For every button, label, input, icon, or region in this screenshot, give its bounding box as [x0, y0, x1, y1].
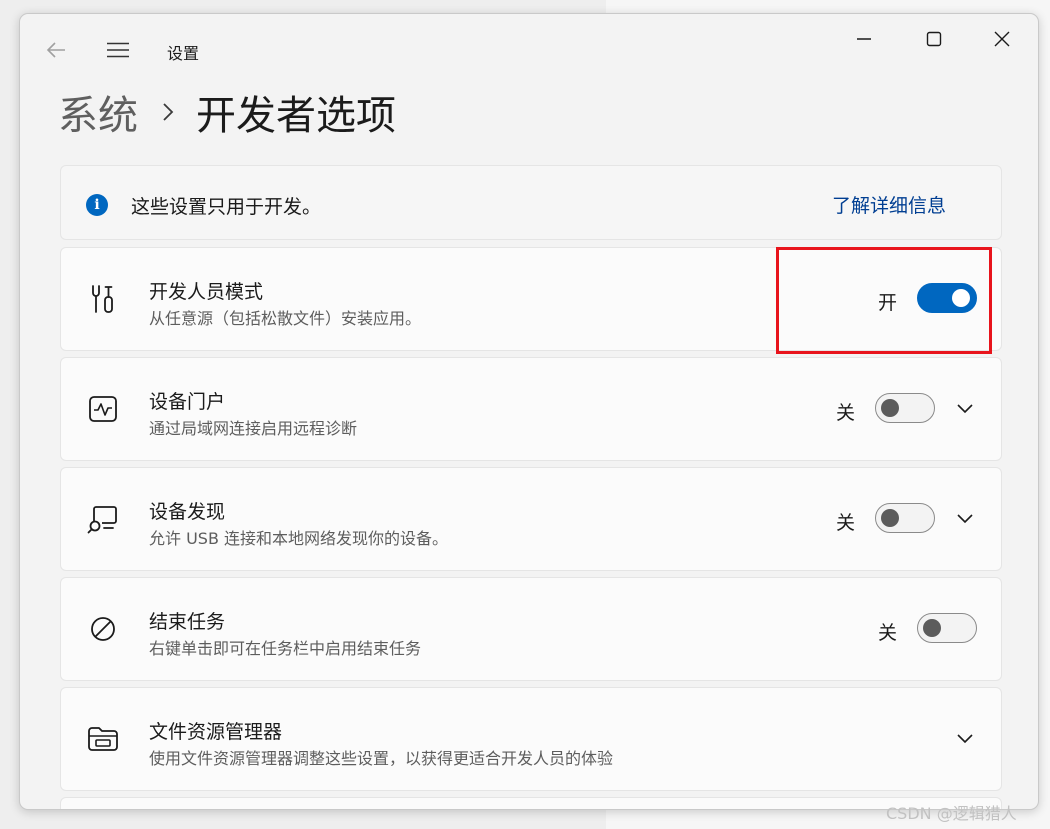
toggle-knob	[923, 619, 941, 637]
setting-title: 设备发现	[149, 501, 226, 523]
setting-end-task: 结束任务 右键单击即可在任务栏中启用结束任务 关	[60, 577, 1002, 681]
app-title: 设置	[167, 44, 200, 63]
maximize-icon	[926, 31, 942, 47]
device-discovery-icon	[87, 503, 119, 535]
maximize-button[interactable]	[912, 26, 956, 52]
device-discovery-toggle[interactable]	[875, 503, 935, 533]
settings-window: 设置 系统 开发者选项 i 这些设置只用于开发。 了解详细信息 开发人员模式 从…	[19, 13, 1039, 810]
file-explorer-icon	[87, 723, 119, 755]
setting-title: 文件资源管理器	[149, 721, 283, 743]
setting-title: 结束任务	[149, 611, 226, 633]
device-portal-toggle[interactable]	[875, 393, 935, 423]
chevron-down-icon[interactable]	[951, 505, 979, 533]
end-task-icon	[87, 613, 119, 645]
toggle-state-label: 关	[836, 512, 856, 534]
breadcrumb: 系统 开发者选项	[58, 82, 396, 142]
setting-next-partial	[60, 797, 1002, 809]
minimize-icon	[857, 38, 871, 40]
device-portal-icon	[87, 393, 119, 425]
chevron-right-icon	[162, 102, 174, 122]
info-bar: i 这些设置只用于开发。 了解详细信息	[60, 165, 1002, 240]
highlight-annotation-box	[776, 247, 992, 354]
hamburger-icon	[107, 42, 129, 58]
end-task-toggle[interactable]	[917, 613, 977, 643]
setting-device-discovery[interactable]: 设备发现 允许 USB 连接和本地网络发现你的设备。 关	[60, 467, 1002, 571]
navigation-menu-button[interactable]	[102, 36, 134, 64]
title-bar: 设置	[20, 14, 1038, 86]
learn-more-link[interactable]: 了解详细信息	[832, 191, 946, 218]
info-icon: i	[86, 194, 108, 216]
setting-title: 开发人员模式	[149, 281, 264, 303]
tools-icon	[87, 283, 119, 315]
close-icon	[994, 31, 1010, 47]
watermark: CSDN @逻辑猎人	[886, 804, 1017, 823]
back-arrow-icon	[46, 42, 65, 58]
setting-device-portal[interactable]: 设备门户 通过局域网连接启用远程诊断 关	[60, 357, 1002, 461]
setting-file-explorer[interactable]: 文件资源管理器 使用文件资源管理器调整这些设置，以获得更适合开发人员的体验	[60, 687, 1002, 791]
close-button[interactable]	[980, 26, 1024, 52]
toggle-state-label: 关	[878, 622, 898, 644]
setting-description: 右键单击即可在任务栏中启用结束任务	[149, 639, 422, 658]
setting-description: 通过局域网连接启用远程诊断	[149, 419, 358, 438]
breadcrumb-parent-system[interactable]: 系统	[58, 83, 138, 141]
setting-title: 设备门户	[149, 391, 226, 413]
setting-description: 允许 USB 连接和本地网络发现你的设备。	[149, 529, 449, 548]
page-title: 开发者选项	[196, 93, 396, 139]
info-text: 这些设置只用于开发。	[131, 196, 322, 218]
toggle-knob	[881, 399, 899, 417]
chevron-down-icon[interactable]	[951, 395, 979, 423]
toggle-knob	[881, 509, 899, 527]
setting-description: 使用文件资源管理器调整这些设置，以获得更适合开发人员的体验	[149, 749, 614, 768]
minimize-button[interactable]	[842, 26, 886, 52]
toggle-state-label: 关	[836, 402, 856, 424]
chevron-down-icon[interactable]	[951, 725, 979, 753]
back-button[interactable]	[40, 36, 72, 64]
setting-description: 从任意源（包括松散文件）安装应用。	[149, 309, 422, 328]
